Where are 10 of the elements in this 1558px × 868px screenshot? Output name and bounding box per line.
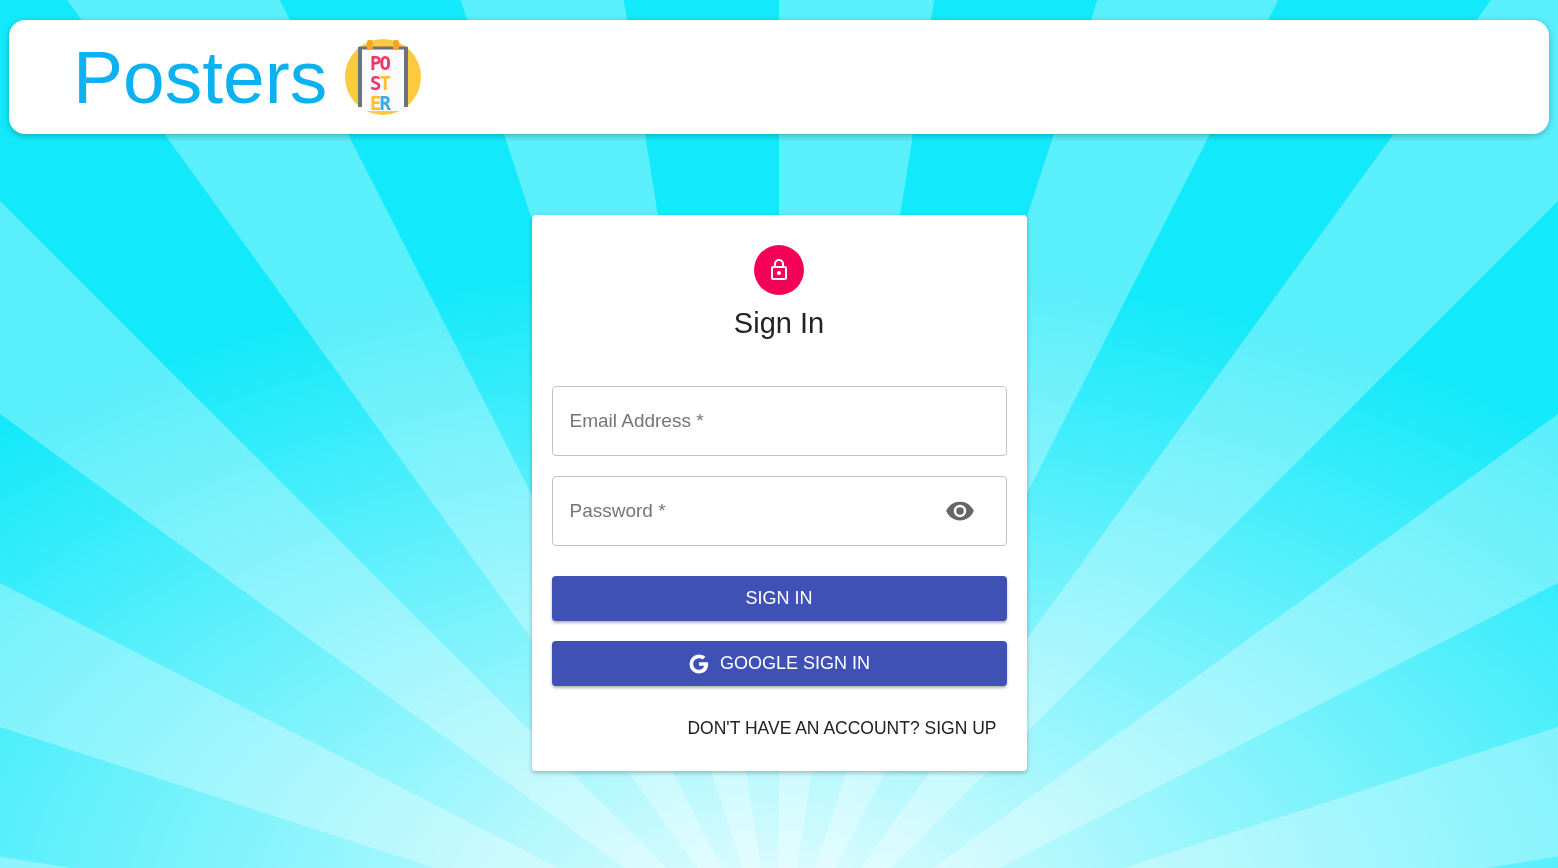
- lock-icon: [754, 245, 804, 295]
- app-title: Posters: [73, 39, 328, 115]
- sign-in-heading: Sign In: [733, 307, 825, 340]
- email-field[interactable]: Email Address *: [551, 386, 1007, 456]
- poster-logo-icon: PO ST ER: [345, 39, 422, 115]
- google-sign-in-button[interactable]: GOOGLE SIGN IN: [551, 641, 1007, 686]
- sign-in-button[interactable]: SIGN IN: [551, 576, 1007, 621]
- sign-up-link[interactable]: DON'T HAVE AN ACCOUNT? SIGN UP: [687, 718, 997, 739]
- password-field[interactable]: Password *: [551, 476, 1007, 546]
- google-g-icon: [688, 652, 710, 675]
